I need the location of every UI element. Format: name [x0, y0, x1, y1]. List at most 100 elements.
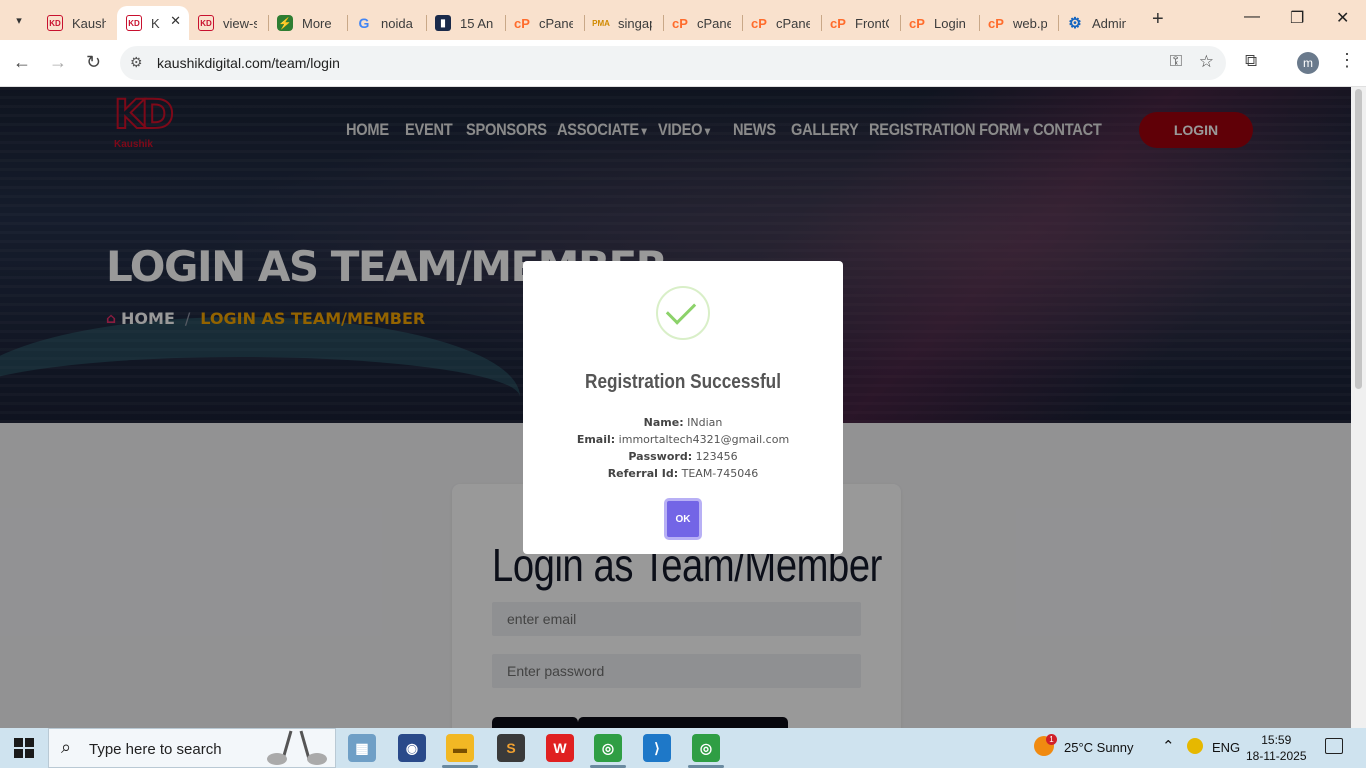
omnibox[interactable]: ⚙ kaushikdigital.com/team/login ⚿ ☆	[120, 46, 1226, 80]
tab-label: cPane	[539, 15, 573, 31]
browser-tab[interactable]: cP web.p	[979, 9, 1058, 37]
browser-tab[interactable]: Gnoida	[347, 9, 426, 37]
tab-close-icon[interactable]: ✕	[170, 13, 181, 29]
language-indicator[interactable]: ENG	[1212, 740, 1240, 755]
tab-search-button[interactable]: ▾	[6, 8, 32, 32]
detail-key: Name:	[643, 416, 684, 429]
detail-row: Password: 123456	[523, 448, 843, 465]
address-toolbar: ← → ↻ ⚙ kaushikdigital.com/team/login ⚿ …	[0, 40, 1366, 87]
tray-app-icon[interactable]	[1187, 738, 1203, 754]
sublime-text-icon[interactable]: S	[497, 734, 525, 762]
tab-label: K	[151, 15, 160, 31]
minimize-icon[interactable]: —	[1244, 8, 1260, 26]
cpanel-icon: cP	[514, 15, 530, 31]
tab-strip: KD Kaush KD K ✕ KD view-s ⚡ More Gnoida ▮ 15 An cP cP…	[38, 6, 1137, 40]
search-icon: ⌕	[61, 737, 72, 757]
browser-tab[interactable]: ⚡ More	[268, 9, 347, 37]
tab-label: 15 An	[460, 15, 494, 31]
dialog-title: Registration Successful	[585, 371, 781, 393]
browser-tab[interactable]: cP cPane	[663, 9, 742, 37]
search-highlight-illustration	[267, 730, 327, 765]
new-tab-button[interactable]: +	[1152, 8, 1164, 31]
windows-taskbar: ⌕ Type here to search ▦ ◉ ▬ S W ◎ ⟩ ◎ 1 …	[0, 728, 1366, 768]
media-app-icon[interactable]: ◉	[398, 734, 426, 762]
browser-tab[interactable]: cP FrontO	[821, 9, 900, 37]
kd-icon: KD	[126, 15, 142, 31]
clock-date: 18-11-2025	[1246, 749, 1307, 763]
browser-menu-icon[interactable]: ⋮	[1338, 50, 1356, 71]
tab-label: singap	[618, 15, 652, 31]
file-explorer-alt-icon[interactable]: ▦	[348, 734, 376, 762]
kd-icon: KD	[198, 15, 214, 31]
notification-icon[interactable]	[1325, 738, 1343, 754]
back-arrow-icon[interactable]: ←	[13, 52, 31, 73]
tab-label: Login	[934, 15, 966, 31]
detail-key: Referral Id:	[607, 467, 679, 480]
detail-row: Name: INdian	[523, 414, 843, 431]
chrome-icon[interactable]: ◎	[692, 734, 720, 762]
taskbar-search-placeholder: Type here to search	[89, 741, 222, 758]
url-text[interactable]: kaushikdigital.com/team/login	[157, 55, 340, 71]
cpanel-icon: cP	[751, 15, 767, 31]
password-key-icon[interactable]: ⚿	[1170, 53, 1182, 71]
browser-tab[interactable]: KD view-s	[189, 9, 268, 37]
tab-label: noida	[381, 15, 413, 31]
weather-text[interactable]: 25°C Sunny	[1064, 740, 1134, 755]
extensions-icon[interactable]: ⧉	[1245, 51, 1257, 71]
browser-tab[interactable]: ⚙ Admin	[1058, 9, 1137, 37]
success-dialog: Registration Successful Name: INdian Emai…	[523, 261, 843, 554]
scrollbar-thumb[interactable]	[1355, 89, 1362, 389]
profile-avatar[interactable]: m	[1297, 52, 1319, 74]
kd-icon: KD	[47, 15, 63, 31]
browser-tab-bar: ▾ KD Kaush KD K ✕ KD view-s ⚡ More Gnoida ▮ 15 An cP…	[0, 0, 1366, 40]
tab-label: Admin	[1092, 15, 1126, 31]
detail-key: Email:	[576, 433, 616, 446]
image-icon: ▮	[435, 15, 451, 31]
vscode-icon[interactable]: ⟩	[643, 734, 671, 762]
restore-icon[interactable]: ❐	[1290, 8, 1304, 28]
pma-icon: PMA	[592, 18, 610, 28]
tab-label: Kaush	[72, 15, 106, 31]
cpanel-icon: cP	[830, 15, 846, 31]
taskbar-clock[interactable]: 15:59 18-11-2025	[1246, 732, 1307, 764]
bookmark-star-icon[interactable]: ☆	[1199, 52, 1214, 72]
tab-label: cPane	[697, 15, 731, 31]
browser-tab[interactable]: cP cPane	[505, 9, 584, 37]
browser-tab[interactable]: ▮ 15 An	[426, 9, 505, 37]
browser-tab[interactable]: PMA singap	[584, 9, 663, 37]
cpanel-icon: cP	[909, 15, 925, 31]
page-viewport: KD Kaushik HOME EVENT SPONSORS ASSOCIATE ▾ V…	[0, 87, 1366, 728]
tray-chevron-up-icon[interactable]: ⌃	[1162, 737, 1175, 755]
browser-tab[interactable]: KD Kaush	[38, 9, 117, 37]
browser-tab[interactable]: KD K ✕	[117, 6, 189, 40]
registration-details: Name: INdian Email: immortaltech4321@gmai…	[523, 414, 843, 482]
ok-button[interactable]: OK	[664, 498, 702, 540]
tab-label: More	[302, 15, 332, 31]
page-scrollbar[interactable]	[1351, 87, 1366, 728]
forward-arrow-icon[interactable]: →	[49, 52, 67, 73]
folder-icon[interactable]: ▬	[446, 734, 474, 762]
tab-label: web.p	[1013, 15, 1047, 31]
gear-icon: ⚙	[1068, 15, 1082, 32]
tab-label: cPane	[776, 15, 810, 31]
detail-value: INdian	[687, 416, 723, 429]
detail-value: immortaltech4321@gmail.com	[618, 433, 790, 446]
weather-badge: 1	[1046, 734, 1057, 745]
detail-value: 123456	[695, 450, 738, 463]
cpanel-icon: cP	[988, 15, 1004, 31]
site-info-icon[interactable]: ⚙	[130, 54, 143, 71]
chrome-profile-icon[interactable]: ◎	[594, 734, 622, 762]
taskbar-search[interactable]: ⌕ Type here to search	[48, 728, 336, 768]
browser-tab[interactable]: cP Login	[900, 9, 979, 37]
tab-label: FrontO	[855, 15, 889, 31]
clock-time: 15:59	[1261, 733, 1292, 747]
tab-label: view-s	[223, 15, 257, 31]
browser-tab[interactable]: cP cPane	[742, 9, 821, 37]
windows-start-icon[interactable]	[14, 738, 34, 758]
wps-office-icon[interactable]: W	[546, 734, 574, 762]
zap-icon: ⚡	[277, 15, 293, 31]
close-window-icon[interactable]: ✕	[1336, 8, 1349, 28]
reload-icon[interactable]: ↻	[86, 52, 101, 73]
detail-key: Password:	[628, 450, 693, 463]
detail-row: Referral Id: TEAM-745046	[523, 465, 843, 482]
